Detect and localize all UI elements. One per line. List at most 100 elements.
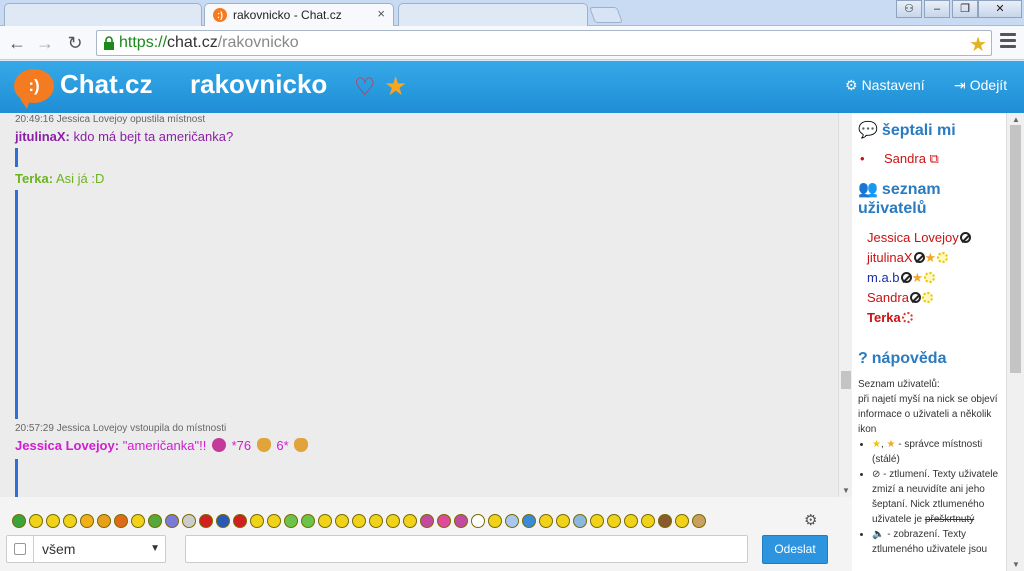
message-list: 20:49:16 Jessica Lovejoy opustila místno… [0,113,838,497]
scroll-up-arrow[interactable]: ▲ [1012,115,1020,124]
smiley-icon[interactable] [590,514,604,528]
message-input[interactable] [185,535,748,563]
smiley-icon[interactable] [131,514,145,528]
smiley-icon[interactable] [267,514,281,528]
address-bar[interactable]: https://chat.cz/rakovnicko ★ [96,30,992,56]
logout-link[interactable]: ⇥ Odejít [954,77,1007,94]
smiley-icon[interactable] [522,514,536,528]
smiley-icon[interactable] [97,514,111,528]
help-item: 🔈 - zobrazení. Texty ztlumeného uživatel… [872,527,1006,557]
smiley-icon[interactable] [216,514,230,528]
heart-icon[interactable]: ♡ [354,73,376,102]
smiley-icon[interactable] [199,514,213,528]
tab-title: rakovnicko - Chat.cz [233,8,342,22]
smiley-icon[interactable] [471,514,485,528]
smiley-icon[interactable] [556,514,570,528]
mute-icon[interactable] [900,272,912,283]
gear-icon[interactable]: ⚙ [804,511,817,529]
smiley-icon[interactable] [658,514,672,528]
send-button[interactable]: Odeslat [762,535,828,564]
scrollbar-thumb[interactable] [841,371,851,389]
smiley-icon[interactable] [46,514,60,528]
smiley-icon[interactable] [505,514,519,528]
sidebar-scrollbar[interactable]: ▲ ▼ [1006,113,1024,571]
close-window-button[interactable]: ✕ [978,0,1022,18]
open-whisper-icon[interactable]: ⧉ [930,151,939,166]
brand-name[interactable]: Chat.cz [60,69,152,100]
browser-tab-inactive[interactable] [4,3,202,26]
smiley-icon[interactable] [607,514,621,528]
back-icon[interactable]: ← [6,32,28,54]
close-tab-icon[interactable]: × [377,6,385,21]
smiley-icon[interactable] [675,514,689,528]
message-bar [15,190,18,419]
menu-icon[interactable] [1000,33,1016,51]
smiley-icon[interactable] [301,514,315,528]
recipient-select[interactable]: všem ▼ [6,535,166,563]
smiley-icon[interactable] [80,514,94,528]
smiley-icon[interactable] [29,514,43,528]
message-nick[interactable]: jitulinaX: [15,129,70,144]
smiley-icon[interactable] [437,514,451,528]
smiley-icon[interactable] [420,514,434,528]
smiley-icon[interactable] [403,514,417,528]
bookmark-star-icon[interactable]: ★ [969,32,987,57]
smiley-icon[interactable] [165,514,179,528]
smiley-icon[interactable] [63,514,77,528]
message-text: "američanka"!! [122,438,207,453]
scrollbar-thumb[interactable] [1010,125,1021,373]
message-nick[interactable]: Terka: [15,171,53,186]
whisper-user[interactable]: • Sandra ⧉ [860,151,939,167]
bullet: • [860,151,865,166]
message-bar [15,459,18,497]
smiley-icon[interactable] [233,514,247,528]
forward-icon[interactable]: → [34,32,56,54]
scroll-down-arrow[interactable]: ▼ [1012,560,1020,569]
user-item[interactable]: m.a.b ★ [867,270,936,286]
smiley-icon[interactable] [386,514,400,528]
smiley-icon[interactable] [182,514,196,528]
smiley-icon[interactable] [488,514,502,528]
message-nick[interactable]: Jessica Lovejoy: [15,438,119,453]
user-item[interactable]: Jessica Lovejoy [867,230,971,245]
restore-button[interactable]: ❐ [952,0,978,18]
chat-logo-icon[interactable]: :) [14,69,54,109]
smiley-icon[interactable] [573,514,587,528]
composer: ⚙ všem ▼ Odeslat [0,497,852,571]
smiley-icon[interactable] [352,514,366,528]
smiley-icon[interactable] [318,514,332,528]
mute-icon[interactable] [909,292,921,303]
minimize-button[interactable]: – [924,0,950,18]
smiley-icon[interactable] [539,514,553,528]
smiley-icon[interactable] [12,514,26,528]
new-tab-button[interactable] [589,7,623,23]
message-scrollbar[interactable]: ▼ [838,113,852,497]
user-item[interactable]: jitulinaX ★ [867,250,949,266]
smiley-icon[interactable] [369,514,383,528]
mute-icon[interactable] [913,252,925,263]
smiley-icon[interactable] [454,514,468,528]
settings-link[interactable]: ⚙ Nastavení [845,77,925,94]
smiley-icon[interactable] [284,514,298,528]
user-icon[interactable]: ⚇ [896,0,922,18]
smiley-icon[interactable] [692,514,706,528]
recipient-dropdown[interactable]: všem ▼ [33,536,166,562]
message-text: kdo má bejt ta američanka? [73,129,234,144]
browser-tab-active[interactable]: :) rakovnicko - Chat.cz × [204,3,394,26]
browser-tab-inactive[interactable] [398,3,588,26]
favorite-star-icon[interactable]: ★ [384,71,407,102]
reload-icon[interactable]: ↻ [64,32,86,54]
smiley-icon[interactable] [148,514,162,528]
user-item[interactable]: Terka [867,310,913,325]
smiley-icon[interactable] [624,514,638,528]
browser-toolbar: ← → ↻ https://chat.cz/rakovnicko ★ [0,26,1024,60]
smiley-icon[interactable] [114,514,128,528]
smiley-icon[interactable] [335,514,349,528]
emoticon-icon [211,438,226,452]
private-checkbox[interactable] [14,543,26,555]
mute-icon[interactable] [959,232,971,243]
smiley-icon[interactable] [250,514,264,528]
smiley-icon[interactable] [641,514,655,528]
scroll-down-arrow[interactable]: ▼ [842,486,850,495]
user-item[interactable]: Sandra [867,290,933,305]
